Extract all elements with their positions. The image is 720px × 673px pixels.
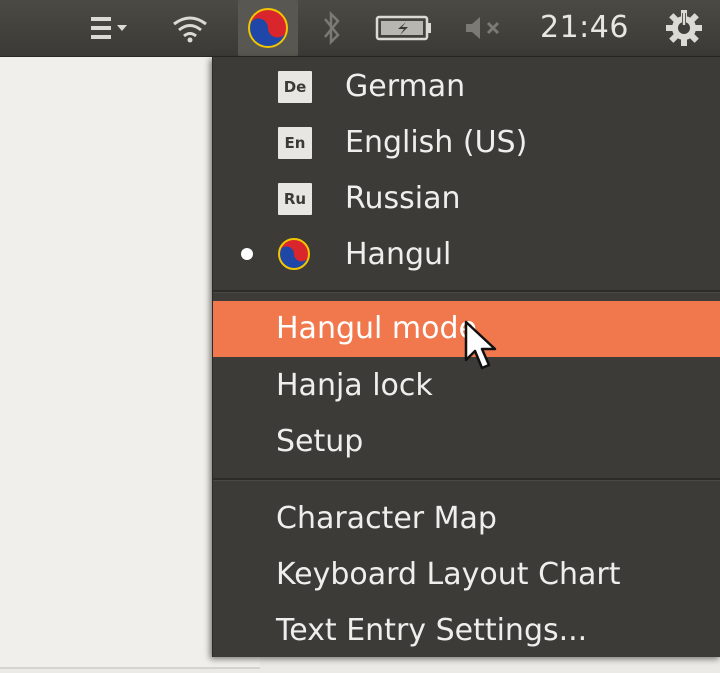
menu-item-character-map[interactable]: Character Map — [213, 491, 720, 547]
mouse-cursor-icon — [464, 320, 500, 376]
hangul-taegeuk-icon — [276, 235, 312, 281]
gear-icon[interactable] — [656, 0, 712, 56]
menu-item-label: Keyboard Layout Chart — [276, 557, 621, 592]
menu-item-label: Hanja lock — [276, 368, 433, 403]
menu-separator — [213, 478, 720, 481]
menu-item-russian[interactable]: Ru Russian — [213, 171, 720, 227]
menu-item-setup[interactable]: Setup — [213, 414, 720, 470]
menu-item-label: Hangul — [345, 237, 452, 272]
language-badge: En — [278, 127, 312, 159]
menu-item-label: Hangul mode — [276, 311, 477, 346]
language-badge: De — [278, 71, 312, 103]
menu-item-label: English (US) — [345, 125, 528, 160]
battery-charging-icon[interactable] — [372, 0, 436, 56]
hangul-ibus-icon[interactable] — [238, 0, 298, 56]
menu-item-keyboard-layout-chart[interactable]: Keyboard Layout Chart — [213, 547, 720, 603]
menu-icon[interactable] — [82, 0, 138, 56]
menu-item-label: Character Map — [276, 501, 497, 536]
menu-item-label: Setup — [276, 424, 364, 459]
volume-muted-icon[interactable] — [456, 0, 512, 56]
clock[interactable]: 21:46 — [540, 0, 629, 56]
menu-item-german[interactable]: De German — [213, 59, 720, 115]
menu-item-label: Text Entry Settings... — [276, 613, 588, 648]
selected-radio-icon — [241, 248, 253, 260]
language-badge: Ru — [278, 183, 312, 215]
menu-item-hangul[interactable]: Hangul — [213, 227, 720, 283]
wifi-icon[interactable] — [162, 0, 218, 56]
menu-item-text-entry-settings[interactable]: Text Entry Settings... — [213, 603, 720, 659]
menu-item-label: German — [345, 69, 466, 104]
menu-item-label: Russian — [345, 181, 461, 216]
menu-item-english-us[interactable]: En English (US) — [213, 115, 720, 171]
bluetooth-icon[interactable] — [312, 0, 352, 56]
menu-separator — [213, 290, 720, 293]
top-panel: 21:46 — [0, 0, 720, 57]
